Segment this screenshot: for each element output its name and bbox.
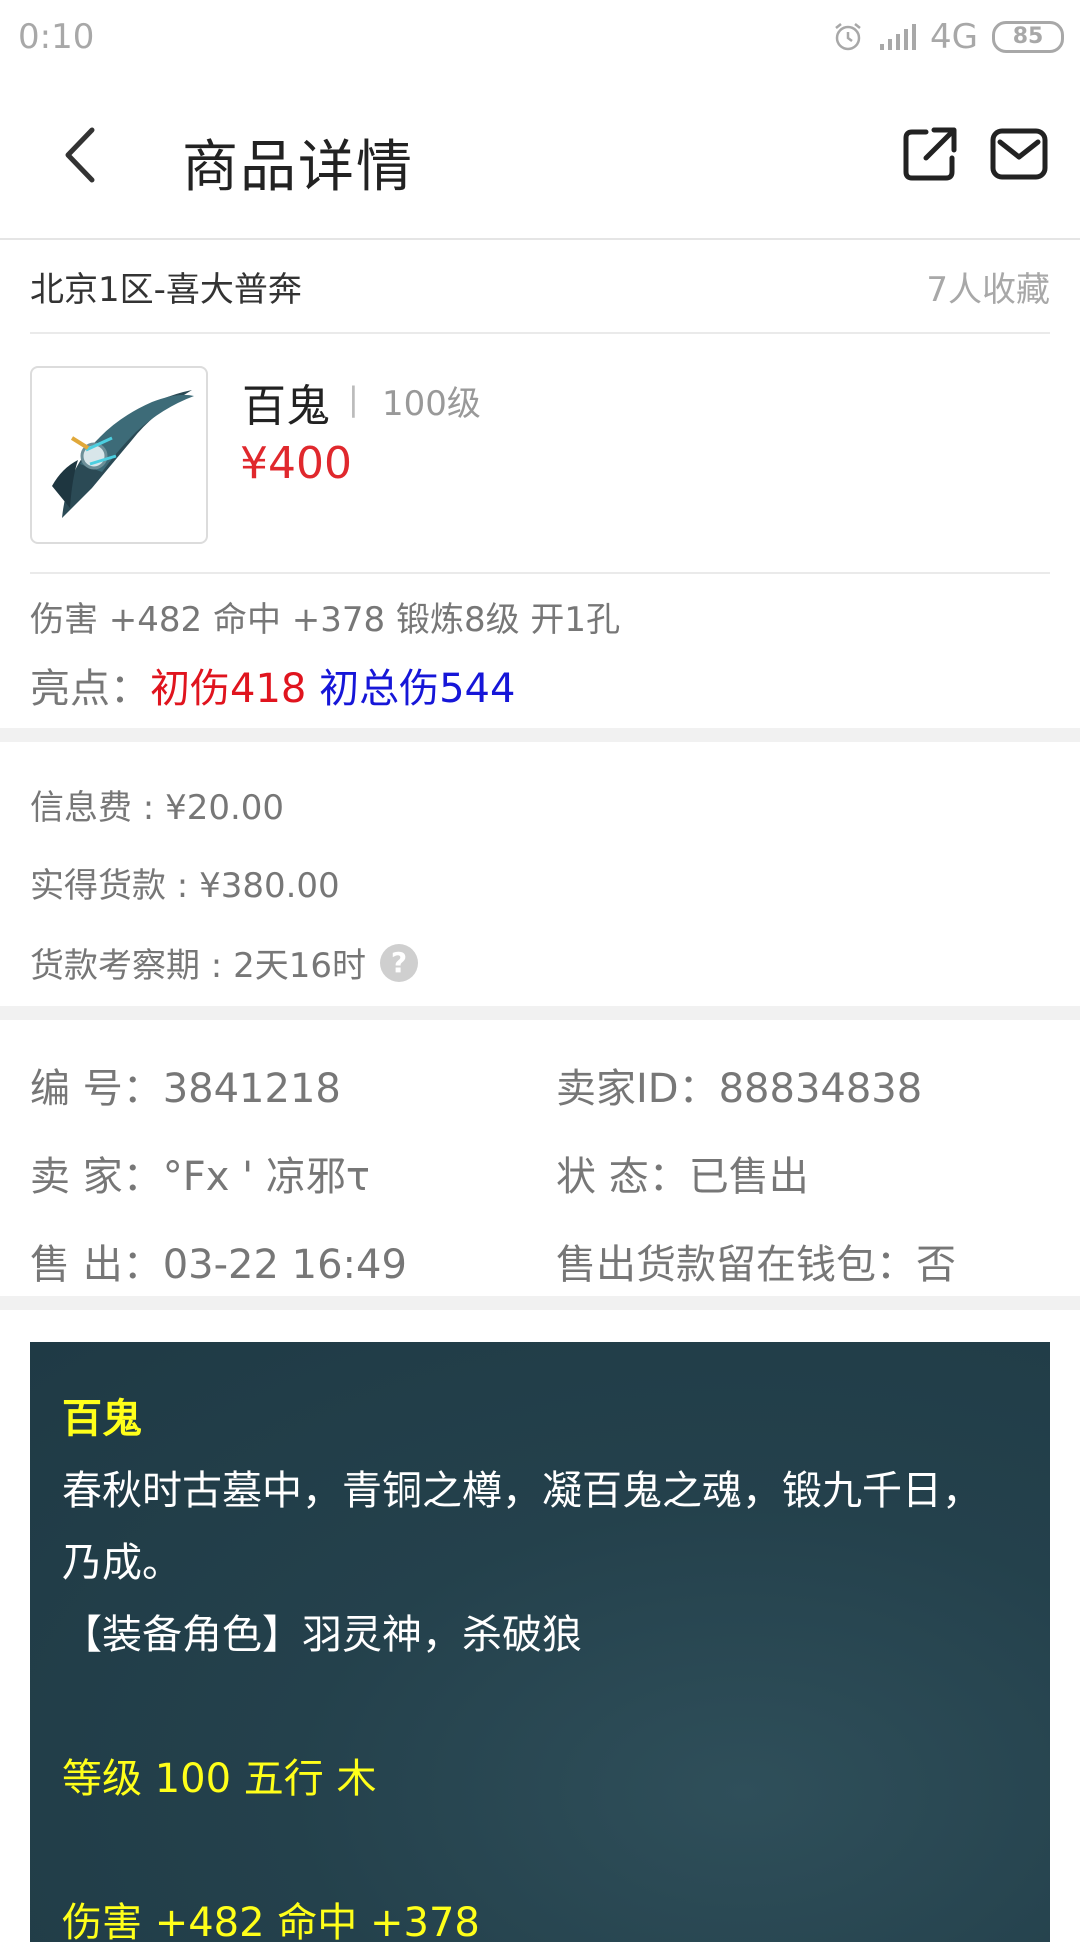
actual-payment-text: 实得货款 : ¥380.00 [30, 866, 340, 906]
description-roles: 【装备角色】羽灵神，杀破狼 [62, 1612, 582, 1658]
item-level: 100级 [382, 384, 481, 424]
description-line: 乃成。 [62, 1540, 182, 1586]
listing-number: 编 号：3841218 [30, 1066, 341, 1112]
section-divider [0, 728, 1080, 742]
description-title: 百鬼 [62, 1396, 142, 1442]
info-fee-text: 信息费 : ¥20.00 [30, 788, 285, 828]
alarm-icon [835, 23, 861, 51]
item-highlights: 亮点：初伤418 初总伤544 [30, 656, 515, 714]
seller-name: 卖 家：°Fx ' 凉邪τ [30, 1154, 370, 1200]
highlight-red: 初伤418 [150, 666, 307, 712]
back-arrow-icon[interactable] [54, 120, 114, 190]
listing-status: 状 态：已售出 [556, 1154, 809, 1200]
item-price: ¥400 [240, 438, 352, 489]
highlight-label: 亮点： [30, 666, 150, 712]
share-icon[interactable] [902, 126, 958, 182]
status-bar: 0:10 4G 85 [0, 0, 1080, 74]
server-row: 北京1区-喜大普奔 7人收藏 [30, 240, 1050, 334]
section-divider [0, 1006, 1080, 1020]
network-type: 4G [930, 17, 978, 57]
actual-payment: 实得货款 : ¥380.00 [30, 858, 340, 907]
info-fee: 信息费 : ¥20.00 [30, 780, 284, 829]
review-period-text: 货款考察期 : 2天16时 [30, 946, 366, 986]
keep-in-wallet: 售出货款留在钱包：否 [556, 1242, 956, 1288]
status-icons: 4G 85 [832, 17, 1064, 57]
item-stats: 伤害 +482 命中 +378 锻炼8级 开1孔 [30, 600, 621, 640]
description-level: 等级 100 五行 木 [62, 1756, 377, 1802]
page-title: 商品详情 [182, 135, 414, 200]
app-bar: 商品详情 [0, 74, 1080, 240]
name-level-separator: | [348, 380, 359, 418]
item-name: 百鬼 [242, 381, 330, 432]
seller-id: 卖家ID：88834838 [556, 1066, 923, 1112]
item-summary: 百鬼 | 100级 ¥400 [30, 366, 1050, 574]
signal-icon [880, 24, 917, 50]
sold-time: 售 出：03-22 16:49 [30, 1242, 407, 1288]
review-period: 货款考察期 : 2天16时 ? [30, 938, 418, 987]
mail-icon[interactable] [990, 128, 1048, 180]
section-divider [0, 1296, 1080, 1310]
description-line: 春秋时古墓中，青铜之樽，凝百鬼之魂，锻九千日， [62, 1468, 982, 1514]
help-icon[interactable]: ? [379, 943, 418, 982]
weapon-icon [52, 390, 194, 518]
battery-icon: 85 [992, 21, 1064, 53]
description-stats: 伤害 +482 命中 +378 [62, 1900, 480, 1946]
item-description-card: 百鬼 春秋时古墓中，青铜之樽，凝百鬼之魂，锻九千日， 乃成。 【装备角色】羽灵神… [30, 1342, 1050, 1946]
server-name: 北京1区-喜大普奔 [30, 269, 302, 310]
favorite-count[interactable]: 7人收藏 [926, 262, 1050, 311]
highlight-blue: 初总伤544 [319, 666, 516, 712]
status-time: 0:10 [18, 17, 95, 57]
item-thumbnail[interactable] [30, 366, 208, 544]
